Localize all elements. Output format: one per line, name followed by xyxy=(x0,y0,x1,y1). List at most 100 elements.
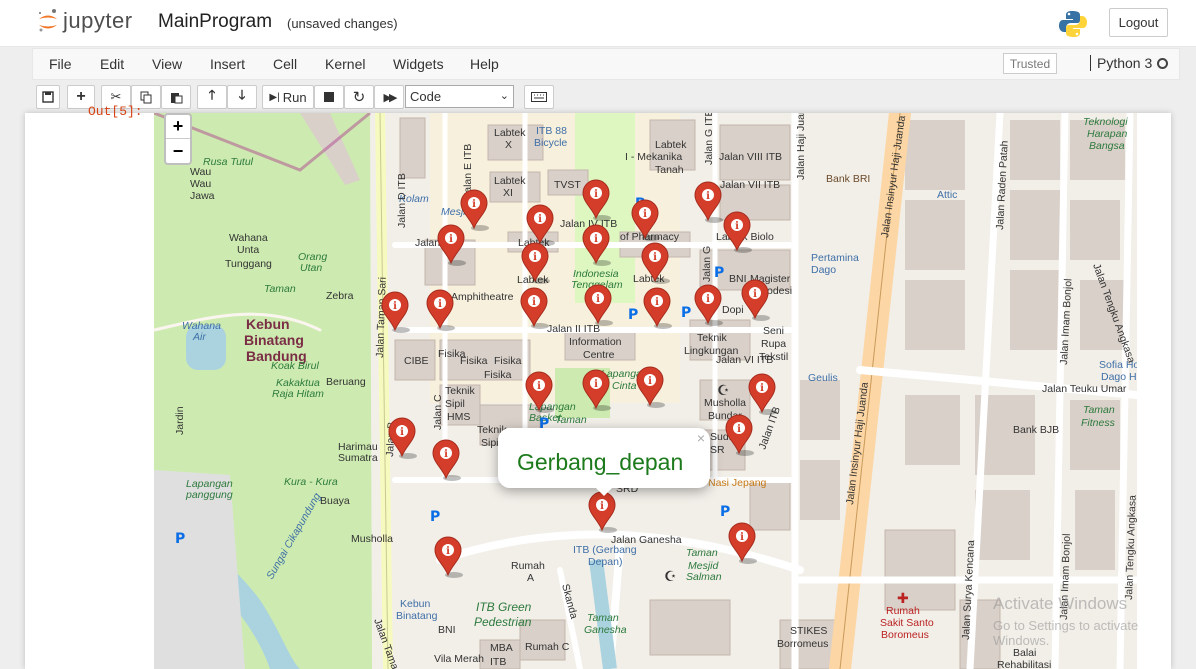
svg-text:Buaya: Buaya xyxy=(320,495,350,507)
keyboard-icon xyxy=(531,92,547,102)
svg-text:Depan): Depan) xyxy=(588,556,622,568)
menu-insert[interactable]: Insert xyxy=(210,56,245,72)
zoom-out-button[interactable]: − xyxy=(166,139,190,163)
notebook-name[interactable]: MainProgram xyxy=(158,11,272,33)
paste-button[interactable] xyxy=(161,85,191,109)
svg-text:Geulis: Geulis xyxy=(808,372,838,384)
svg-text:Pertamina: Pertamina xyxy=(811,252,859,264)
svg-text:Beruang: Beruang xyxy=(326,376,366,388)
svg-text:SR: SR xyxy=(710,444,725,456)
plus-icon: + xyxy=(76,88,86,105)
move-up-button[interactable]: 🡑 xyxy=(197,85,227,109)
svg-text:Rumah: Rumah xyxy=(511,560,545,572)
svg-text:Jalan Teuku Umar: Jalan Teuku Umar xyxy=(1042,383,1127,395)
map-tiles: Kebun Binatang Bandung Rusa Tutul WauWau… xyxy=(154,113,1137,669)
svg-text:i: i xyxy=(472,199,476,210)
logout-button[interactable]: Logout xyxy=(1109,8,1168,37)
svg-text:i: i xyxy=(740,532,744,543)
svg-text:i: i xyxy=(706,191,710,202)
activate-windows-subtitle: Go to Settings to activate Windows. xyxy=(993,618,1139,648)
svg-text:i: i xyxy=(449,234,453,245)
svg-text:Fisika: Fisika xyxy=(460,355,488,367)
svg-text:Musholla: Musholla xyxy=(351,533,393,545)
svg-text:Utan: Utan xyxy=(300,262,322,274)
minus-icon: − xyxy=(172,140,184,161)
svg-text:i: i xyxy=(438,299,442,310)
svg-text:Taman: Taman xyxy=(264,283,296,295)
svg-text:Koak Birul: Koak Birul xyxy=(271,360,320,372)
svg-text:Attic: Attic xyxy=(937,189,957,201)
svg-text:i: i xyxy=(446,546,450,557)
toolbar: + ✂ 🡑 🡓 ▶| Run ↻ ▶▶ Code ⌄ xyxy=(32,82,1180,112)
svg-text:Amphitheatre: Amphitheatre xyxy=(451,291,514,303)
svg-text:Dopi: Dopi xyxy=(722,304,744,316)
zoom-in-button[interactable]: + xyxy=(166,115,190,139)
command-palette-button[interactable] xyxy=(524,85,554,109)
svg-text:Dago He: Dago He xyxy=(1101,371,1137,383)
save-button[interactable] xyxy=(36,85,60,109)
menu-help[interactable]: Help xyxy=(470,56,499,72)
copy-icon xyxy=(140,91,151,103)
cell-type-value: Code xyxy=(410,89,442,104)
svg-text:STIKES: STIKES xyxy=(790,625,827,637)
popup-text: Gerbang_depan xyxy=(517,449,684,475)
svg-text:Kebun: Kebun xyxy=(400,598,431,610)
svg-text:i: i xyxy=(400,427,404,438)
marker-popup: Gerbang_depan × xyxy=(498,428,710,496)
svg-text:Unta: Unta xyxy=(237,244,259,256)
move-down-button[interactable]: 🡓 xyxy=(227,85,257,109)
svg-text:i: i xyxy=(538,214,542,225)
svg-text:ITB 88: ITB 88 xyxy=(536,125,567,137)
menu-edit[interactable]: Edit xyxy=(100,56,124,72)
svg-text:Boromeus: Boromeus xyxy=(881,629,929,641)
svg-text:i: i xyxy=(600,501,604,512)
run-button[interactable]: ▶| Run xyxy=(262,85,314,109)
svg-text:Jalan: Jalan xyxy=(415,237,440,249)
map-output[interactable]: Kebun Binatang Bandung Rusa Tutul Wau Wau… xyxy=(154,113,1137,669)
menu-view[interactable]: View xyxy=(152,56,182,72)
interrupt-button[interactable] xyxy=(314,85,344,109)
svg-text:Rehabilitasi: Rehabilitasi xyxy=(997,659,1051,669)
svg-text:ITB (Gerbang: ITB (Gerbang xyxy=(573,544,637,556)
cell-type-select[interactable]: Code ⌄ xyxy=(405,85,514,108)
svg-text:i: i xyxy=(653,252,657,263)
svg-text:Fisika: Fisika xyxy=(484,369,512,381)
svg-text:Jalan D ITB: Jalan D ITB xyxy=(396,173,408,228)
svg-text:P: P xyxy=(720,504,730,520)
svg-text:P: P xyxy=(628,307,638,323)
svg-text:Wau: Wau xyxy=(190,178,211,190)
svg-text:i: i xyxy=(532,297,536,308)
menu-file[interactable]: File xyxy=(49,56,72,72)
svg-text:i: i xyxy=(594,189,598,200)
step-forward-icon: ▶| xyxy=(269,91,280,103)
menu-kernel[interactable]: Kernel xyxy=(325,56,365,72)
svg-text:Teknologi: Teknologi xyxy=(1083,116,1128,128)
jupyter-logo[interactable]: jupyter xyxy=(37,8,133,34)
close-icon[interactable]: × xyxy=(697,430,705,446)
svg-text:Labtek: Labtek xyxy=(494,127,526,139)
svg-text:Bank BRI: Bank BRI xyxy=(826,173,870,185)
arrow-down-icon: 🡓 xyxy=(238,87,246,102)
svg-text:XI: XI xyxy=(503,187,513,199)
svg-text:i: i xyxy=(648,376,652,387)
logo-text: jupyter xyxy=(63,8,133,33)
svg-text:ITB: ITB xyxy=(490,656,506,668)
menu-cell[interactable]: Cell xyxy=(273,56,297,72)
svg-text:i: i xyxy=(643,209,647,220)
restart-button[interactable]: ↻ xyxy=(344,85,374,109)
svg-text:Binatang: Binatang xyxy=(244,332,304,348)
svg-text:i: i xyxy=(533,252,537,263)
svg-text:panggung: panggung xyxy=(185,489,233,501)
trusted-indicator[interactable]: Trusted xyxy=(1003,53,1057,74)
svg-text:P: P xyxy=(175,531,185,547)
restart-run-all-button[interactable]: ▶▶ xyxy=(374,85,404,109)
svg-text:Sipil: Sipil xyxy=(445,398,465,410)
menu-widgets[interactable]: Widgets xyxy=(393,56,444,72)
popup-tip xyxy=(594,486,614,496)
svg-text:Borromeus: Borromeus xyxy=(777,638,828,650)
svg-text:Teknik: Teknik xyxy=(697,332,728,344)
fast-forward-icon: ▶▶ xyxy=(383,91,398,104)
svg-text:Air: Air xyxy=(192,331,206,343)
svg-text:Taman: Taman xyxy=(555,414,587,426)
svg-text:i: i xyxy=(735,221,739,232)
